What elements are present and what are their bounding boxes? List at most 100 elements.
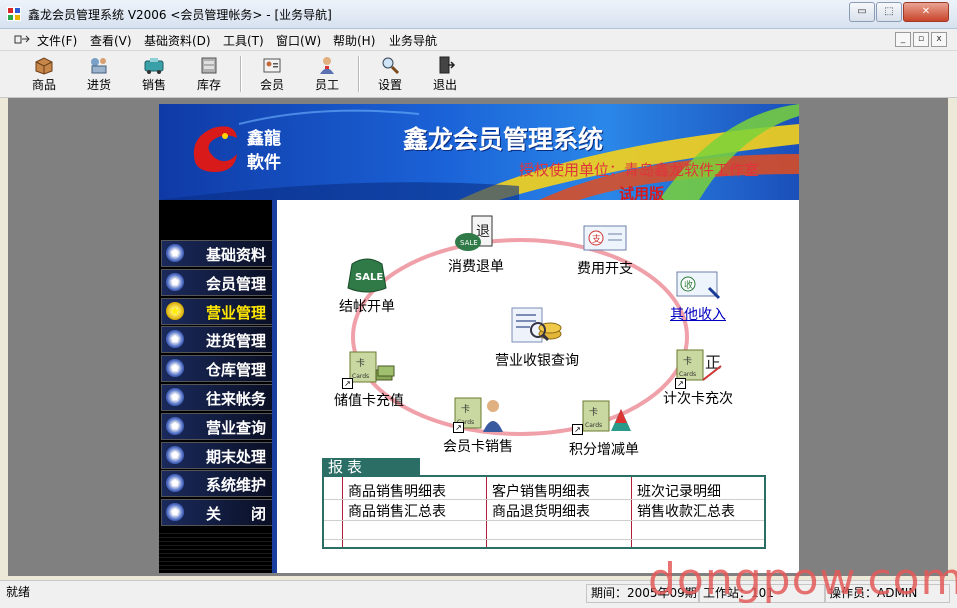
app-icon [7, 7, 21, 21]
menu-help[interactable]: 帮助(H) [333, 32, 375, 49]
sidebar-item-label: 期末处理 [206, 447, 267, 466]
node-label: 会员卡销售 [443, 439, 513, 455]
toolbar: 商品 进货 销售 库存 会员 员工 设置 退出 [0, 51, 957, 98]
menu-window[interactable]: 窗口(W) [276, 32, 321, 49]
toolbar-label: 员工 [314, 78, 339, 92]
sidebar-item-label: 营业管理 [206, 303, 267, 322]
toolbar-sales-button[interactable]: 销售 [132, 53, 176, 95]
toolbar-goods-button[interactable]: 商品 [22, 53, 66, 95]
sidebar-item-period-end[interactable]: ★ 期末处理 [161, 441, 273, 469]
menu-tools[interactable]: 工具(T) [223, 32, 264, 49]
sidebar-item-purchase-management[interactable]: ★ 进货管理 [161, 326, 273, 354]
toolbar-inventory-button[interactable]: 库存 [187, 53, 231, 95]
sidebar-item-warehouse-management[interactable]: ★ 仓库管理 [161, 355, 273, 383]
sidebar-item-label: 往来帐务 [206, 390, 267, 408]
business-navigation-panel: 营业收银查询 退 SALE 消费退单 支 费用开支 收 其他收入 卡 Cards … [277, 200, 799, 573]
star-icon: ★ [166, 388, 184, 406]
toolbar-exit-button[interactable]: 退出 [423, 53, 467, 95]
node-checkout[interactable]: SALE 结帐开单 [339, 250, 395, 316]
report-goods-sales-detail[interactable]: 商品销售明细表 [348, 481, 446, 501]
expense-voucher-icon: 支 [583, 225, 627, 251]
svg-text:卡: 卡 [356, 357, 365, 369]
sidebar-item-business-query[interactable]: ★ 营业查询 [161, 412, 273, 440]
toolbar-label: 退出 [432, 78, 457, 92]
sidebar-item-member-management[interactable]: ★ 会员管理 [161, 268, 273, 296]
report-customer-sales-detail[interactable]: 客户销售明细表 [492, 481, 590, 501]
menu-view[interactable]: 查看(V) [90, 32, 132, 49]
node-other-income[interactable]: 收 其他收入 [670, 268, 726, 324]
star-icon: ★ [166, 474, 184, 493]
node-expense[interactable]: 支 费用开支 [577, 222, 633, 278]
sidebar-item-label: 进货管理 [206, 332, 267, 351]
close-button[interactable]: ✕ [903, 2, 949, 22]
report-tab: 报表 [322, 458, 420, 476]
node-label: 积分增减单 [569, 442, 639, 458]
svg-text:Cards: Cards [352, 373, 369, 380]
toolbar-employee-button[interactable]: 员工 [305, 53, 349, 95]
shortcut-arrow-icon: ↗ [342, 378, 353, 389]
report-column-divider [486, 477, 487, 547]
points-card-icon: 卡 Cards [582, 400, 631, 432]
report-goods-return-detail[interactable]: 商品退货明细表 [492, 501, 590, 521]
node-label: 消费退单 [448, 259, 504, 275]
mdi-close-button[interactable]: x [931, 32, 947, 47]
toolbar-label: 设置 [377, 78, 402, 92]
toolbar-separator [240, 56, 242, 92]
mdi-restore-button[interactable]: ▫ [913, 32, 929, 47]
star-icon: ★ [166, 272, 184, 291]
svg-text:正: 正 [705, 353, 721, 372]
svg-text:卡: 卡 [461, 403, 470, 415]
mdi-minimize-button[interactable]: _ [895, 32, 911, 47]
logo-text-line1: 鑫龍 [247, 129, 281, 149]
report-column-divider [631, 477, 632, 547]
toolbar-label: 会员 [259, 78, 284, 92]
minimize-button[interactable]: ▭ [849, 2, 875, 22]
dragon-logo [193, 126, 237, 172]
checkout-sale-bag-icon: SALE [347, 258, 387, 293]
svg-text:Cards: Cards [679, 371, 696, 378]
sidebar-item-basic-data[interactable]: ★ 基础资料 [161, 240, 273, 267]
shortcut-arrow-icon: ↗ [453, 422, 464, 433]
node-cashier-query[interactable]: 营业收银查询 [495, 304, 579, 370]
report-column-divider [342, 477, 343, 547]
menu-basic-data[interactable]: 基础资料(D) [144, 32, 211, 49]
toolbar-purchase-button[interactable]: 进货 [77, 53, 121, 95]
star-icon: ★ [166, 359, 184, 378]
svg-text:卡: 卡 [589, 406, 598, 418]
toolbar-label: 销售 [141, 78, 166, 92]
star-icon: ★ [166, 330, 184, 349]
sidebar-menu: ★ 基础资料 ★ 会员管理 ★ 营业管理 ★ 进货管理 ★ 仓库管理 ★ 往来帐务 ★ 营业查询 ★ 期末处理… [159, 240, 273, 530]
report-goods-sales-summary[interactable]: 商品销售汇总表 [348, 501, 446, 521]
menu-file[interactable]: 文件(F) [37, 32, 77, 49]
refund-icon: 退 SALE [455, 215, 493, 251]
exit-door-icon [439, 56, 456, 74]
node-member-card-sale[interactable]: 卡 Cards 会员卡销售 ↗ [443, 392, 513, 456]
toolbar-separator [358, 56, 360, 92]
toolbar-member-button[interactable]: 会员 [250, 53, 294, 95]
node-stored-card-recharge[interactable]: 卡 Cards 储值卡充值 ↗ [334, 348, 404, 410]
toolbar-settings-button[interactable]: 设置 [368, 53, 412, 95]
star-icon: ★ [166, 503, 184, 522]
svg-text:SALE: SALE [355, 272, 383, 283]
node-points-adjust[interactable]: 卡 Cards 积分增减单 ↗ [569, 397, 639, 459]
sidebar-item-close[interactable]: ★ 关 闭 [161, 499, 273, 527]
mdi-doc-icon[interactable] [14, 34, 30, 45]
banner-title: 鑫龙会员管理系统 [403, 125, 604, 154]
sidebar-item-accounts[interactable]: ★ 往来帐务 [161, 384, 273, 411]
menu-business-nav[interactable]: 业务导航 [389, 32, 437, 49]
sidebar-item-label: 系统维护 [206, 476, 267, 495]
sidebar-item-label: 营业查询 [206, 418, 267, 437]
star-icon: ★ [166, 445, 184, 464]
report-shift-record-detail[interactable]: 班次记录明细 [637, 481, 721, 501]
star-icon: ★ [166, 301, 184, 320]
employee-icon [320, 57, 334, 74]
sidebar-item-label: 仓库管理 [206, 361, 267, 380]
node-label: 结帐开单 [339, 299, 395, 315]
sidebar-item-business-management[interactable]: ★ 营业管理 [161, 297, 273, 325]
node-consumption-refund[interactable]: 退 SALE 消费退单 [448, 214, 504, 276]
report-sales-receipt-summary[interactable]: 销售收款汇总表 [637, 501, 735, 521]
node-count-card-recharge[interactable]: 卡 Cards 正 计次卡充次 ↗ [663, 346, 733, 408]
maximize-button[interactable]: ⬚ [876, 2, 902, 22]
settings-magnifier-icon [382, 57, 400, 75]
sidebar-item-system-maintenance[interactable]: ★ 系统维护 [161, 470, 273, 498]
